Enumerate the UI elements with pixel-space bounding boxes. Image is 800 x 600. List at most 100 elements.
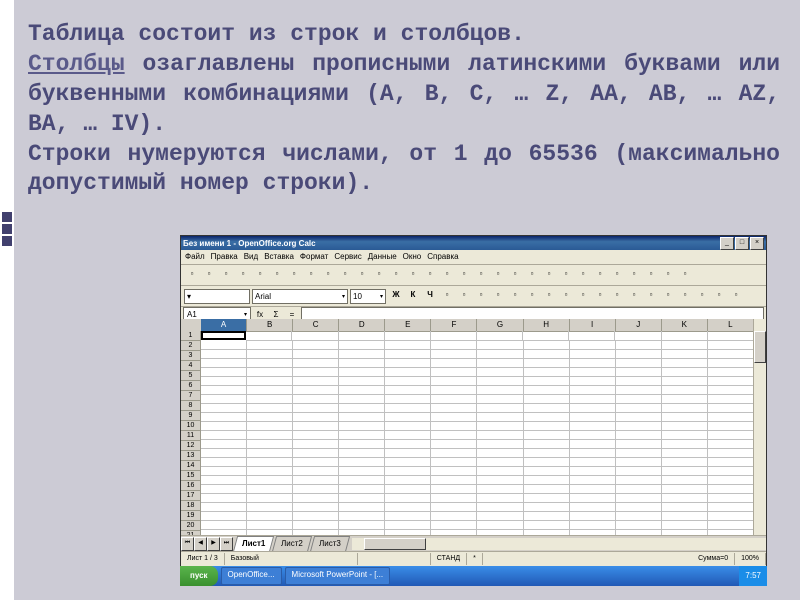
windows-taskbar[interactable]: пуск OpenOffice...Microsoft PowerPoint -…: [180, 566, 767, 586]
format-button[interactable]: ▫: [643, 288, 659, 304]
format-button[interactable]: Ж: [388, 288, 404, 304]
close-button[interactable]: ×: [750, 237, 764, 250]
row-header[interactable]: 7: [181, 391, 201, 401]
scroll-thumb[interactable]: [754, 331, 766, 363]
format-button[interactable]: ▫: [626, 288, 642, 304]
taskbar-button[interactable]: OpenOffice...: [221, 567, 282, 585]
horizontal-scrollbar[interactable]: [352, 538, 766, 550]
toolbar-button[interactable]: ▫: [422, 267, 438, 283]
toolbar-button[interactable]: ▫: [660, 267, 676, 283]
vertical-scrollbar[interactable]: [753, 319, 766, 536]
maximize-button[interactable]: □: [735, 237, 749, 250]
menu-item[interactable]: Справка: [427, 250, 458, 264]
format-button[interactable]: ▫: [558, 288, 574, 304]
row-header[interactable]: 18: [181, 501, 201, 511]
toolbar-button[interactable]: ▫: [541, 267, 557, 283]
row-header[interactable]: 13: [181, 451, 201, 461]
scroll-thumb[interactable]: [364, 538, 426, 550]
row-header[interactable]: 19: [181, 511, 201, 521]
format-button[interactable]: ▫: [575, 288, 591, 304]
row-header[interactable]: 4: [181, 361, 201, 371]
row-header[interactable]: 10: [181, 421, 201, 431]
row-header[interactable]: 9: [181, 411, 201, 421]
toolbar-button[interactable]: ▫: [269, 267, 285, 283]
toolbar-button[interactable]: ▫: [677, 267, 693, 283]
sheet-nav-button[interactable]: ⏭: [220, 537, 233, 551]
format-button[interactable]: ▫: [694, 288, 710, 304]
start-button[interactable]: пуск: [180, 566, 218, 586]
row-header[interactable]: 8: [181, 401, 201, 411]
toolbar-button[interactable]: ▫: [626, 267, 642, 283]
menu-item[interactable]: Правка: [211, 250, 238, 264]
menu-item[interactable]: Вставка: [264, 250, 294, 264]
menu-item[interactable]: Окно: [403, 250, 422, 264]
toolbar-button[interactable]: ▫: [235, 267, 251, 283]
row-header[interactable]: 3: [181, 351, 201, 361]
format-button[interactable]: ▫: [456, 288, 472, 304]
menu-item[interactable]: Файл: [185, 250, 205, 264]
window-titlebar[interactable]: Без имени 1 - OpenOffice.org Calc _ □ ×: [181, 236, 766, 250]
status-zoom[interactable]: 100%: [735, 553, 766, 565]
toolbar-button[interactable]: ▫: [507, 267, 523, 283]
format-button[interactable]: ▫: [592, 288, 608, 304]
toolbar-button[interactable]: ▫: [473, 267, 489, 283]
cells-area[interactable]: [201, 331, 754, 536]
row-header[interactable]: 17: [181, 491, 201, 501]
row-header[interactable]: 1: [181, 331, 201, 341]
toolbar-button[interactable]: ▫: [456, 267, 472, 283]
toolbar-button[interactable]: ▫: [592, 267, 608, 283]
row-header[interactable]: 5: [181, 371, 201, 381]
row-header[interactable]: 11: [181, 431, 201, 441]
toolbar-button[interactable]: ▫: [405, 267, 421, 283]
row-header[interactable]: 15: [181, 471, 201, 481]
toolbar-button[interactable]: ▫: [575, 267, 591, 283]
sheet-tab[interactable]: Лист3: [310, 536, 350, 552]
row-header[interactable]: 14: [181, 461, 201, 471]
toolbar-button[interactable]: ▫: [286, 267, 302, 283]
row-header[interactable]: 20: [181, 521, 201, 531]
format-button[interactable]: ▫: [711, 288, 727, 304]
toolbar-button[interactable]: ▫: [388, 267, 404, 283]
row-header[interactable]: 12: [181, 441, 201, 451]
row-header[interactable]: 16: [181, 481, 201, 491]
size-combo[interactable]: 10▾: [350, 289, 386, 304]
toolbar-button[interactable]: ▫: [490, 267, 506, 283]
toolbar-button[interactable]: ▫: [558, 267, 574, 283]
format-button[interactable]: ▫: [541, 288, 557, 304]
system-tray[interactable]: 7:57: [739, 566, 767, 586]
format-button[interactable]: ▫: [660, 288, 676, 304]
menu-item[interactable]: Формат: [300, 250, 328, 264]
toolbar-button[interactable]: ▫: [201, 267, 217, 283]
format-button[interactable]: ▫: [473, 288, 489, 304]
toolbar-button[interactable]: ▫: [524, 267, 540, 283]
style-combo[interactable]: ▾: [184, 289, 250, 304]
sheet-tab[interactable]: Лист1: [233, 536, 275, 552]
row-header[interactable]: 2: [181, 341, 201, 351]
sheet-nav-button[interactable]: ▶: [207, 537, 220, 551]
sheet-nav-button[interactable]: ⏮: [181, 537, 194, 551]
format-button[interactable]: ▫: [524, 288, 540, 304]
minimize-button[interactable]: _: [720, 237, 734, 250]
format-button[interactable]: К: [405, 288, 421, 304]
format-button[interactable]: ▫: [728, 288, 744, 304]
toolbar-button[interactable]: ▫: [218, 267, 234, 283]
toolbar-button[interactable]: ▫: [184, 267, 200, 283]
format-button[interactable]: ▫: [507, 288, 523, 304]
cell[interactable]: [201, 331, 246, 340]
sheet-tab[interactable]: Лист2: [272, 536, 312, 552]
row-header[interactable]: 6: [181, 381, 201, 391]
format-button[interactable]: ▫: [490, 288, 506, 304]
toolbar-button[interactable]: ▫: [252, 267, 268, 283]
format-button[interactable]: Ч: [422, 288, 438, 304]
format-button[interactable]: ▫: [609, 288, 625, 304]
toolbar-button[interactable]: ▫: [354, 267, 370, 283]
toolbar-button[interactable]: ▫: [643, 267, 659, 283]
font-combo[interactable]: Arial▾: [252, 289, 348, 304]
toolbar-button[interactable]: ▫: [303, 267, 319, 283]
sheet-nav-button[interactable]: ◀: [194, 537, 207, 551]
format-button[interactable]: ▫: [439, 288, 455, 304]
toolbar-button[interactable]: ▫: [609, 267, 625, 283]
format-button[interactable]: ▫: [677, 288, 693, 304]
menu-item[interactable]: Данные: [368, 250, 397, 264]
toolbar-button[interactable]: ▫: [320, 267, 336, 283]
